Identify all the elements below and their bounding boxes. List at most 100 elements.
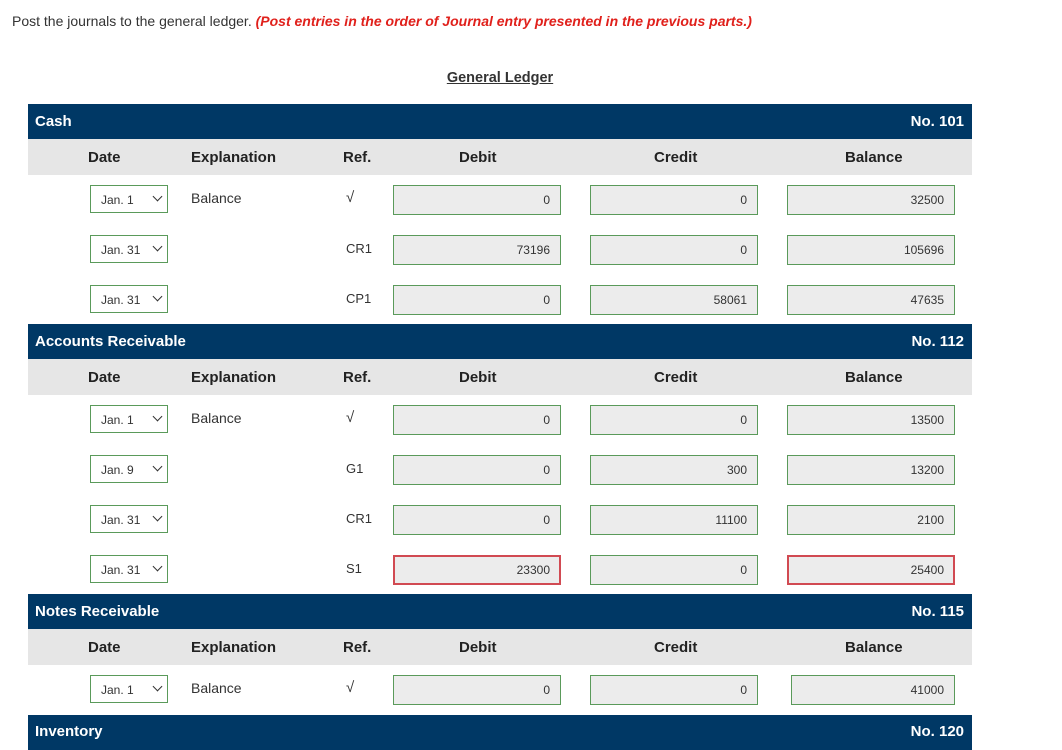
date-select[interactable]: Jan. 31 <box>90 285 168 313</box>
col-balance: Balance <box>845 149 903 166</box>
col-balance: Balance <box>845 369 903 386</box>
balance-field[interactable]: 32500 <box>787 185 955 215</box>
date-select[interactable]: Jan. 31 <box>90 235 168 263</box>
ledger-row: Jan. 1 Balance √ 0 0 32500 <box>28 175 972 225</box>
ledger-row: Jan. 31 CR1 73196 0 105696 <box>28 225 972 275</box>
date-select[interactable]: Jan. 31 <box>90 555 168 583</box>
debit-field[interactable]: 0 <box>393 505 561 535</box>
column-header-row: Date Explanation Ref. Debit Credit Balan… <box>28 629 972 665</box>
account-notes-receivable: Notes Receivable No. 115 Date Explanatio… <box>28 594 972 715</box>
ref-text: S1 <box>346 561 362 576</box>
debit-field[interactable]: 0 <box>393 285 561 315</box>
chevron-down-icon <box>152 241 163 252</box>
ledger-row: Jan. 1 Balance √ 0 0 41000 <box>28 665 972 715</box>
chevron-down-icon <box>152 561 163 572</box>
ref-text: √ <box>346 189 355 206</box>
account-header: Inventory No. 120 <box>28 715 972 750</box>
col-ref: Ref. <box>343 149 372 166</box>
date-value: Jan. 9 <box>101 463 134 477</box>
balance-field[interactable]: 41000 <box>791 675 955 705</box>
chevron-down-icon <box>152 191 163 202</box>
ref-text: CR1 <box>346 241 373 256</box>
chevron-down-icon <box>152 511 163 522</box>
chevron-down-icon <box>152 411 163 422</box>
col-debit: Debit <box>459 639 497 656</box>
date-select[interactable]: Jan. 9 <box>90 455 168 483</box>
account-header: Cash No. 101 <box>28 104 972 139</box>
balance-field[interactable]: 2100 <box>787 505 955 535</box>
col-credit: Credit <box>654 369 698 386</box>
account-name: Notes Receivable <box>35 603 160 620</box>
chevron-down-icon <box>152 681 163 692</box>
col-credit: Credit <box>654 639 698 656</box>
date-select[interactable]: Jan. 1 <box>90 405 168 433</box>
account-name: Inventory <box>35 723 103 740</box>
ledger-row: Jan. 31 CP1 0 58061 47635 <box>28 275 972 325</box>
balance-field-incorrect[interactable]: 25400 <box>787 555 955 585</box>
explanation-text: Balance <box>191 680 242 696</box>
col-debit: Debit <box>459 369 497 386</box>
col-balance: Balance <box>845 639 903 656</box>
ref-text: G1 <box>346 461 364 476</box>
explanation-text: Balance <box>191 190 242 206</box>
credit-field[interactable]: 300 <box>590 455 758 485</box>
ref-text: √ <box>346 679 355 696</box>
date-value: Jan. 31 <box>101 293 141 307</box>
ref-text: √ <box>346 409 355 426</box>
credit-field[interactable]: 58061 <box>590 285 758 315</box>
date-value: Jan. 31 <box>101 243 141 257</box>
date-select[interactable]: Jan. 1 <box>90 185 168 213</box>
credit-field[interactable]: 0 <box>590 675 758 705</box>
col-explanation: Explanation <box>191 369 277 386</box>
account-name: Cash <box>35 113 72 130</box>
ledger-title: General Ledger <box>446 70 554 86</box>
date-select[interactable]: Jan. 1 <box>90 675 168 703</box>
debit-field[interactable]: 73196 <box>393 235 561 265</box>
explanation-text: Balance <box>191 410 242 426</box>
col-date: Date <box>88 369 121 386</box>
chevron-down-icon <box>152 291 163 302</box>
ledger-row: Jan. 31 CR1 0 11100 2100 <box>28 495 972 545</box>
instruction-text: Post the journals to the general ledger.… <box>12 13 752 29</box>
account-inventory: Inventory No. 120 <box>28 715 972 750</box>
account-number: No. 120 <box>910 723 964 740</box>
credit-field[interactable]: 11100 <box>590 505 758 535</box>
debit-field[interactable]: 0 <box>393 455 561 485</box>
credit-field[interactable]: 0 <box>590 185 758 215</box>
debit-field[interactable]: 0 <box>393 675 561 705</box>
chevron-down-icon <box>152 461 163 472</box>
account-number: No. 112 <box>911 333 964 350</box>
col-credit: Credit <box>654 149 698 166</box>
date-value: Jan. 31 <box>101 563 141 577</box>
credit-field[interactable]: 0 <box>590 405 758 435</box>
ledger-row: Jan. 9 G1 0 300 13200 <box>28 445 972 495</box>
col-date: Date <box>88 639 121 656</box>
balance-field[interactable]: 13200 <box>787 455 955 485</box>
credit-field[interactable]: 0 <box>590 555 758 585</box>
account-accounts-receivable: Accounts Receivable No. 112 Date Explana… <box>28 324 972 595</box>
col-ref: Ref. <box>343 369 372 386</box>
balance-field[interactable]: 13500 <box>787 405 955 435</box>
ledger-row: Jan. 1 Balance √ 0 0 13500 <box>28 395 972 445</box>
account-header: Accounts Receivable No. 112 <box>28 324 972 359</box>
debit-field[interactable]: 0 <box>393 405 561 435</box>
instruction-main: Post the journals to the general ledger. <box>12 13 252 29</box>
date-value: Jan. 31 <box>101 513 141 527</box>
date-select[interactable]: Jan. 31 <box>90 505 168 533</box>
instruction-emphasis: (Post entries in the order of Journal en… <box>255 13 752 29</box>
debit-field[interactable]: 0 <box>393 185 561 215</box>
balance-field[interactable]: 105696 <box>787 235 955 265</box>
col-explanation: Explanation <box>191 639 277 656</box>
account-number: No. 101 <box>910 113 964 130</box>
date-value: Jan. 1 <box>101 683 134 697</box>
credit-field[interactable]: 0 <box>590 235 758 265</box>
account-cash: Cash No. 101 Date Explanation Ref. Debit… <box>28 104 972 325</box>
col-ref: Ref. <box>343 639 372 656</box>
ledger-row: Jan. 31 S1 23300 0 25400 <box>28 545 972 595</box>
col-explanation: Explanation <box>191 149 277 166</box>
ref-text: CR1 <box>346 511 373 526</box>
debit-field-incorrect[interactable]: 23300 <box>393 555 561 585</box>
account-header: Notes Receivable No. 115 <box>28 594 972 629</box>
balance-field[interactable]: 47635 <box>787 285 955 315</box>
column-header-row: Date Explanation Ref. Debit Credit Balan… <box>28 139 972 175</box>
